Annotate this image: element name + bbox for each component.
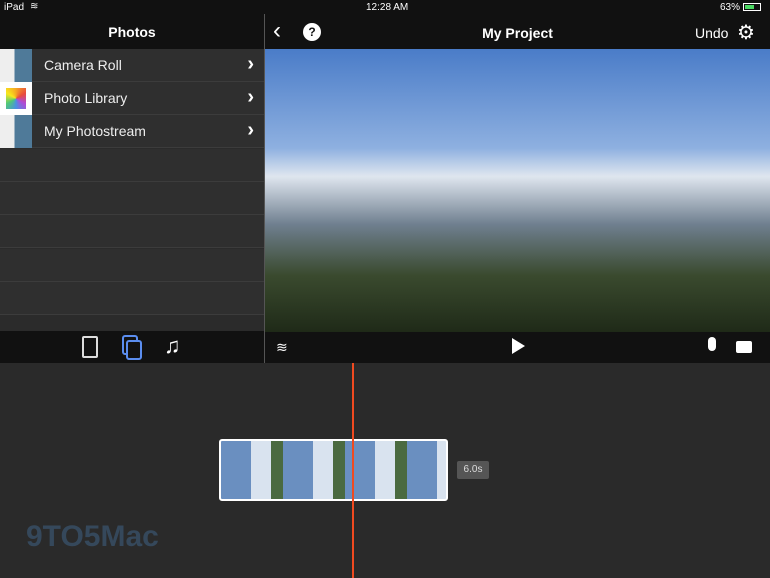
timeline-clip[interactable] — [219, 439, 448, 501]
empty-row — [0, 182, 264, 215]
watermark: 9TO5Mac — [26, 520, 159, 553]
microphone-icon[interactable] — [708, 337, 716, 351]
chevron-right-icon: › — [247, 53, 254, 75]
album-my-photostream[interactable]: My Photostream › — [0, 115, 264, 148]
settings-gear-icon[interactable]: ⚙ — [737, 20, 755, 45]
album-label: My Photostream — [44, 123, 146, 139]
album-thumbnail — [0, 49, 32, 82]
media-type-toolbar: ♫ — [0, 331, 264, 363]
battery-percent: 63% — [720, 2, 741, 13]
empty-row — [0, 149, 264, 182]
empty-row — [0, 282, 264, 315]
undo-button[interactable]: Undo — [695, 25, 728, 41]
photos-icon-front — [126, 340, 142, 360]
music-note-icon[interactable]: ♫ — [164, 333, 181, 359]
empty-row — [0, 249, 264, 282]
album-photo-library[interactable]: Photo Library › — [0, 82, 264, 115]
wifi-icon: ≋ — [30, 1, 39, 12]
project-header: ‹ ? My Project Undo ⚙ — [265, 14, 770, 49]
play-button[interactable] — [512, 338, 525, 354]
battery-icon — [743, 3, 761, 11]
audio-waveform-icon[interactable]: ≋ — [276, 339, 288, 356]
video-camera-icon[interactable] — [736, 341, 752, 353]
album-camera-roll[interactable]: Camera Roll › — [0, 49, 264, 82]
clip-duration-badge: 6.0s — [457, 461, 489, 479]
album-thumbnail — [0, 115, 32, 148]
panel-title: Photos — [0, 14, 264, 49]
clock: 12:28 AM — [366, 2, 409, 13]
empty-row — [0, 215, 264, 248]
status-bar: iPad ≋ 12:28 AM 63% — [0, 0, 770, 14]
device-label: iPad — [4, 2, 25, 13]
chevron-right-icon: › — [247, 86, 254, 108]
video-preview[interactable] — [265, 49, 770, 332]
photos-panel: Photos Camera Roll › Photo Library › My Ph… — [0, 14, 264, 363]
chevron-right-icon: › — [247, 119, 254, 141]
video-filmstrip-icon[interactable] — [82, 336, 98, 358]
photos-app-icon — [0, 82, 32, 115]
album-label: Photo Library — [44, 90, 128, 106]
playhead[interactable] — [352, 363, 354, 578]
viewer-toolbar: ≋ — [265, 332, 770, 363]
album-label: Camera Roll — [44, 57, 122, 73]
